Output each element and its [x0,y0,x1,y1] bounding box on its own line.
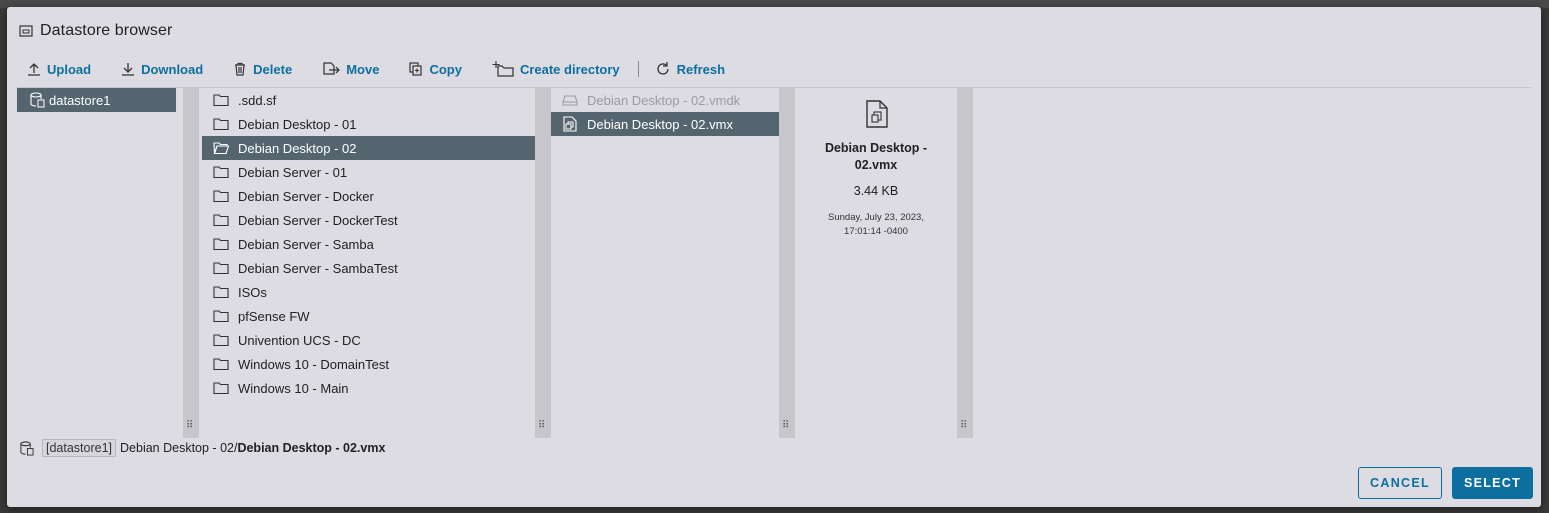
file-item: Debian Desktop - 02.vmdk [551,88,779,112]
refresh-label: Refresh [676,61,726,77]
select-button[interactable]: SELECT [1452,467,1533,499]
folder-item[interactable]: Debian Server - 01 [202,160,535,184]
folder-item[interactable]: Debian Server - Samba [202,232,535,256]
column-resize-handle[interactable]: ⠿ [779,88,795,438]
folder-item[interactable]: Windows 10 - DomainTest [202,352,535,376]
copy-label: Copy [429,61,462,77]
folder-item[interactable]: Univention UCS - DC [202,328,535,352]
file-browser: datastore1 ⠿ .sdd.sf Debian Desktop - 01 D… [17,87,1531,438]
column-resize-handle[interactable]: ⠿ [183,88,199,438]
file-label: Debian Desktop - 02.vmdk [587,92,741,108]
move-icon [322,62,341,76]
folder-label: Debian Server - DockerTest [238,212,398,228]
folder-icon [213,308,229,324]
folder-item[interactable]: Debian Server - SambaTest [202,256,535,280]
folder-label: .sdd.sf [238,92,277,108]
copy-icon [409,62,423,76]
folder-label: Windows 10 - DomainTest [238,356,389,372]
folder-icon [213,380,229,396]
folder-label: Debian Server - Docker [238,188,374,204]
grip-icon: ⠿ [782,420,791,431]
folder-icon [213,212,229,228]
vm-config-file-icon [562,116,578,132]
virtual-disk-icon [562,92,578,108]
folder-item[interactable]: ISOs [202,280,535,304]
refresh-icon [655,61,671,77]
folder-icon [213,164,229,180]
detail-file-size: 3.44 KB [853,184,899,198]
folder-label: ISOs [238,284,267,300]
download-button[interactable]: Download [121,62,203,77]
refresh-button[interactable]: Refresh [655,61,725,77]
folder-label: Debian Server - SambaTest [238,260,398,276]
datastore-icon [19,440,34,456]
folder-label: Windows 10 - Main [238,380,349,396]
grip-icon: ⠿ [960,420,969,431]
trash-icon [233,62,247,76]
move-button[interactable]: Move [322,62,379,77]
path-bar: [datastore1] Debian Desktop - 02/ Debian… [19,437,385,459]
folder-open-icon [213,140,229,156]
datastore-browser-icon [19,24,33,38]
path-file: Debian Desktop - 02.vmx [237,441,386,455]
datastore-item-datastore1[interactable]: datastore1 [17,88,176,112]
folder-icon [213,236,229,252]
dialog-title: Datastore browser [40,22,173,39]
folder-icon [213,332,229,348]
path-datastore-chip: [datastore1] [42,439,117,457]
download-icon [121,62,135,76]
datastore-column: datastore1 [17,88,176,438]
column-resize-handle[interactable]: ⠿ [535,88,551,438]
folder-item[interactable]: Debian Desktop - 02 [202,136,535,160]
folder-icon [213,260,229,276]
folder-item[interactable]: Debian Server - Docker [202,184,535,208]
folder-label: Debian Server - 01 [238,164,348,180]
upload-label: Upload [47,61,92,77]
file-label: Debian Desktop - 02.vmx [587,116,733,132]
create-directory-button[interactable]: Create directory [492,61,620,77]
detail-file-date: Sunday, July 23, 2023, 17:01:14 -0400 [828,212,924,237]
upload-icon [27,62,41,76]
file-item[interactable]: Debian Desktop - 02.vmx [551,112,779,136]
move-label: Move [346,61,380,77]
download-label: Download [141,61,204,77]
grip-icon: ⠿ [186,420,195,431]
column-resize-handle[interactable]: ⠿ [957,88,973,438]
folder-label: Debian Desktop - 01 [238,116,357,132]
toolbar: Upload Download Delete Move Copy Create … [27,59,755,79]
vm-config-file-icon [865,100,889,128]
datastore-icon [29,92,45,108]
folder-icon [213,284,229,300]
copy-button[interactable]: Copy [409,62,462,77]
detail-file-name: Debian Desktop - 02.vmx [824,141,928,172]
new-folder-icon [492,61,514,77]
grip-icon: ⠿ [538,420,547,431]
folder-column: .sdd.sf Debian Desktop - 01 Debian Desktop… [202,88,535,438]
file-detail-panel: Debian Desktop - 02.vmx 3.44 KB Sunday, … [795,88,957,438]
folder-icon [213,116,229,132]
dialog-titlebar: Datastore browser [19,21,172,41]
folder-item[interactable]: Debian Desktop - 01 [202,112,535,136]
datastore-label: datastore1 [49,92,111,108]
folder-item[interactable]: Windows 10 - Main [202,376,535,400]
upload-button[interactable]: Upload [27,62,91,77]
delete-label: Delete [253,61,293,77]
folder-item[interactable]: .sdd.sf [202,88,535,112]
folder-label: Debian Server - Samba [238,236,374,252]
file-column: Debian Desktop - 02.vmdk Debian Desktop -… [551,88,779,438]
folder-icon [213,356,229,372]
path-folder: Debian Desktop - 02/ [120,441,238,455]
folder-icon [213,188,229,204]
folder-item[interactable]: Debian Server - DockerTest [202,208,535,232]
folder-icon [213,92,229,108]
delete-button[interactable]: Delete [233,62,292,77]
folder-label: Univention UCS - DC [238,332,361,348]
toolbar-separator [637,61,639,77]
create-directory-label: Create directory [519,61,620,77]
folder-item[interactable]: pfSense FW [202,304,535,328]
folder-label: pfSense FW [238,308,310,324]
cancel-button[interactable]: CANCEL [1358,467,1442,499]
folder-label: Debian Desktop - 02 [238,140,357,156]
datastore-browser-dialog: Datastore browser Upload Download Delete… [7,7,1541,507]
